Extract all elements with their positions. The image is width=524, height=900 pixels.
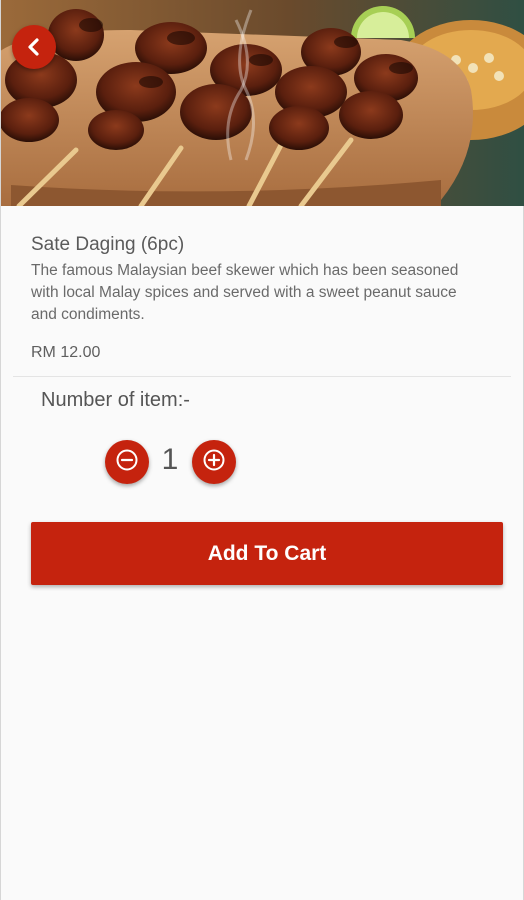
minus-circle-icon (115, 448, 139, 477)
chevron-left-icon (24, 37, 44, 57)
back-button[interactable] (12, 25, 56, 69)
product-image (1, 0, 524, 206)
add-to-cart-button[interactable]: Add To Cart (31, 522, 503, 585)
decrement-button[interactable] (105, 440, 149, 484)
quantity-value: 1 (161, 443, 179, 476)
increment-button[interactable] (192, 440, 236, 484)
plus-circle-icon (202, 448, 226, 477)
product-detail-screen: Sate Daging (6pc) The famous Malaysian b… (0, 0, 524, 900)
divider (13, 376, 511, 377)
product-description: The famous Malaysian beef skewer which h… (31, 262, 459, 323)
product-price: RM 12.00 (31, 344, 101, 361)
quantity-label: Number of item:- (41, 389, 190, 411)
product-title: Sate Daging (6pc) (31, 234, 185, 255)
